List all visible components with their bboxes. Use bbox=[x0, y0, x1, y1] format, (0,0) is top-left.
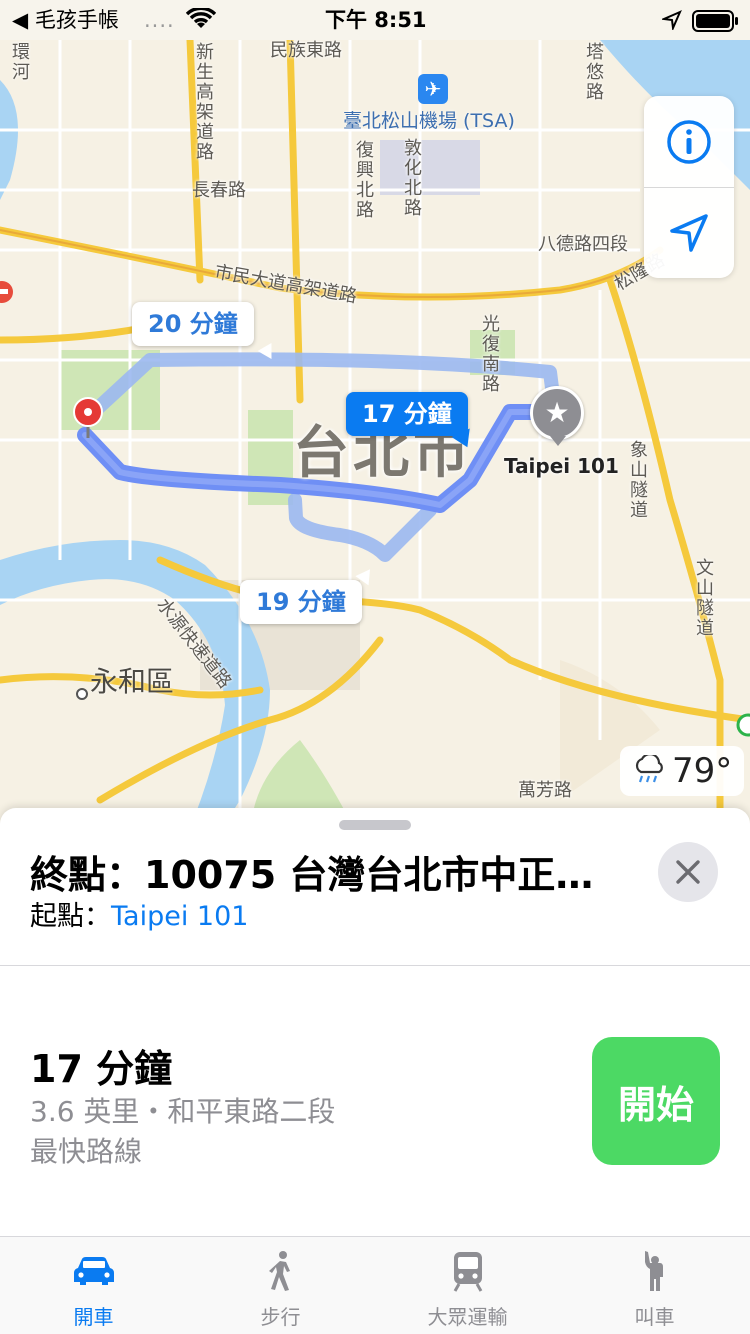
route-option-17min[interactable]: 17 分鐘 bbox=[346, 392, 477, 452]
road-label-fuxing: 復興北路 bbox=[353, 140, 374, 220]
back-to-app-link[interactable]: ◀ 毛孩手帳 bbox=[12, 7, 119, 33]
info-button[interactable] bbox=[644, 96, 734, 187]
airport-icon: ✈ bbox=[418, 74, 448, 104]
route-option-time: 17 分鐘 bbox=[362, 400, 452, 428]
road-label-dunhua: 敦化北路 bbox=[401, 138, 422, 218]
maps-directions-screen: ◀ 毛孩手帳 .... 下午 8:51 新生高架道路 長春路 民族東路 復興北路… bbox=[0, 0, 750, 1334]
road-label-wenshan: 文山隧道 bbox=[693, 558, 714, 638]
battery-icon bbox=[692, 10, 740, 38]
route-option-time: 19 分鐘 bbox=[256, 588, 346, 616]
destination-title: 終點：10075 台灣台北市中正… bbox=[30, 853, 594, 897]
route-time: 17 分鐘 bbox=[30, 1047, 173, 1091]
road-label-bade: 八德路四段 bbox=[538, 234, 628, 255]
sheet-divider bbox=[0, 965, 750, 966]
start-star-pin-icon[interactable]: ★ bbox=[530, 386, 584, 440]
tab-label: 開車 bbox=[73, 1305, 114, 1329]
sheet-grabber[interactable] bbox=[339, 820, 411, 830]
destination-pin-icon[interactable] bbox=[70, 396, 106, 444]
tab-walk[interactable]: 步行 bbox=[187, 1237, 374, 1334]
map-view[interactable]: 新生高架道路 長春路 民族東路 復興北路 敦化北路 市民大道高架道路 八德路四段… bbox=[0, 40, 750, 840]
rain-cloud-icon bbox=[635, 755, 663, 783]
wifi-icon bbox=[185, 6, 217, 36]
tab-transit[interactable]: 大眾運輸 bbox=[374, 1237, 561, 1334]
location-services-icon bbox=[660, 10, 682, 36]
road-label-xinsheng: 新生高架道路 bbox=[193, 42, 214, 162]
road-label-tayou: 塔悠路 bbox=[583, 42, 604, 102]
car-icon bbox=[73, 1257, 114, 1285]
location-arrow-icon bbox=[670, 213, 708, 252]
origin-row[interactable]: 起點：Taipei 101 bbox=[30, 894, 248, 933]
route-option-19min[interactable]: 19 分鐘 bbox=[240, 564, 377, 624]
close-icon bbox=[676, 860, 700, 884]
signal-dots: .... bbox=[144, 8, 175, 32]
road-label-guangfu: 光復南路 bbox=[479, 314, 500, 394]
start-pin-tail bbox=[550, 436, 566, 446]
tab-label: 大眾運輸 bbox=[427, 1305, 508, 1329]
route-detail: 3.6 英里・和平東路二段 bbox=[30, 1095, 336, 1128]
road-label-huanhe: 環河 bbox=[9, 42, 30, 82]
train-icon bbox=[453, 1252, 482, 1292]
status-bar: ◀ 毛孩手帳 .... 下午 8:51 bbox=[0, 0, 750, 40]
locate-me-button[interactable] bbox=[644, 187, 734, 278]
close-button[interactable] bbox=[658, 842, 718, 902]
tab-label: 叫車 bbox=[634, 1305, 675, 1329]
start-label: Taipei 101 bbox=[504, 454, 619, 478]
route-option-time: 20 分鐘 bbox=[148, 310, 238, 338]
clock: 下午 8:51 bbox=[325, 8, 427, 32]
tab-label: 步行 bbox=[260, 1305, 301, 1329]
directions-sheet: 終點：10075 台灣台北市中正… 起點：Taipei 101 17 分鐘 3.… bbox=[0, 808, 750, 1236]
info-icon bbox=[667, 119, 711, 164]
map-controls bbox=[644, 96, 734, 278]
ride-hail-icon bbox=[644, 1251, 663, 1291]
weather-temperature: 79° bbox=[672, 751, 733, 791]
road-label-wanfang: 萬芳路 bbox=[518, 780, 572, 801]
airport-label: 臺北松山機場 (TSA) bbox=[343, 110, 515, 132]
walking-icon bbox=[268, 1251, 290, 1291]
start-navigation-button[interactable]: 開始 bbox=[592, 1037, 720, 1165]
road-label-minzu: 民族東路 bbox=[270, 40, 342, 61]
district-label: 永和區 bbox=[90, 665, 175, 698]
road-label-xiangshan: 象山隧道 bbox=[627, 440, 648, 520]
route-option-20min[interactable]: 20 分鐘 bbox=[132, 302, 279, 364]
origin-label: 起點： bbox=[30, 901, 111, 932]
tab-ride[interactable]: 叫車 bbox=[561, 1237, 748, 1334]
route-note: 最快路線 bbox=[30, 1135, 143, 1168]
transport-mode-tabbar: 開車 步行 大眾運輸 叫車 bbox=[0, 1236, 750, 1334]
tab-drive[interactable]: 開車 bbox=[0, 1237, 187, 1334]
road-label-changchun: 長春路 bbox=[192, 180, 246, 201]
weather-badge: 79° bbox=[620, 746, 745, 796]
origin-value[interactable]: Taipei 101 bbox=[111, 901, 248, 932]
